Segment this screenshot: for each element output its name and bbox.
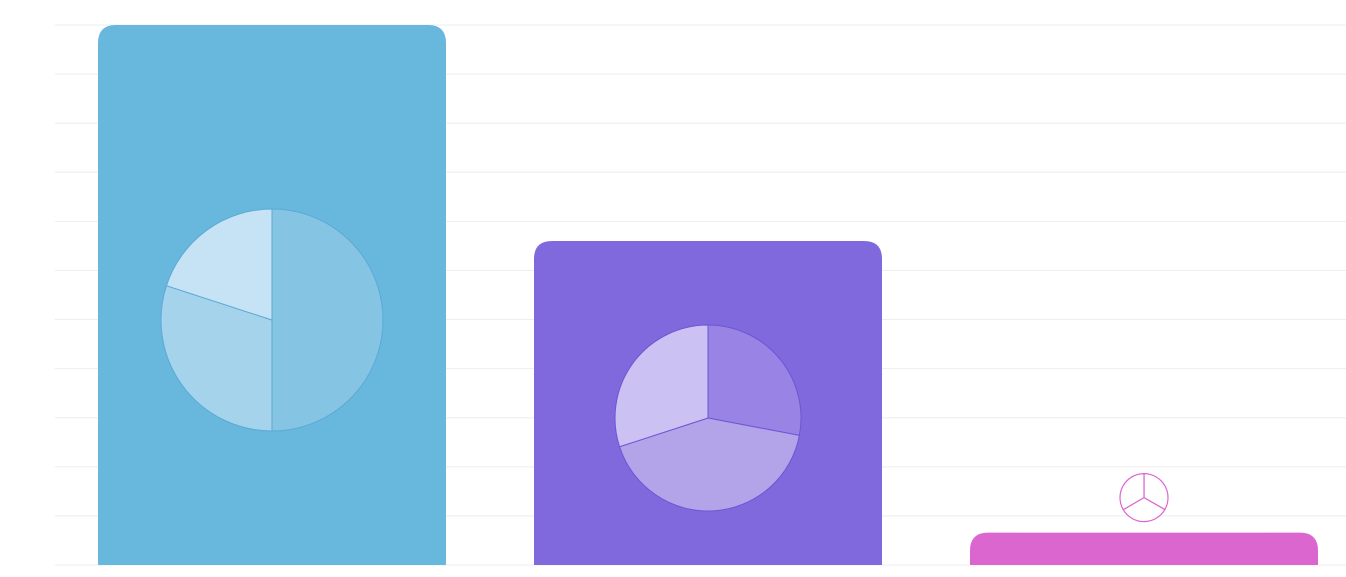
pie-1 xyxy=(160,208,384,432)
pie-2 xyxy=(614,324,802,512)
bar-3 xyxy=(970,532,1318,565)
bar-chart xyxy=(55,24,1346,566)
pie-3 xyxy=(1119,472,1169,523)
